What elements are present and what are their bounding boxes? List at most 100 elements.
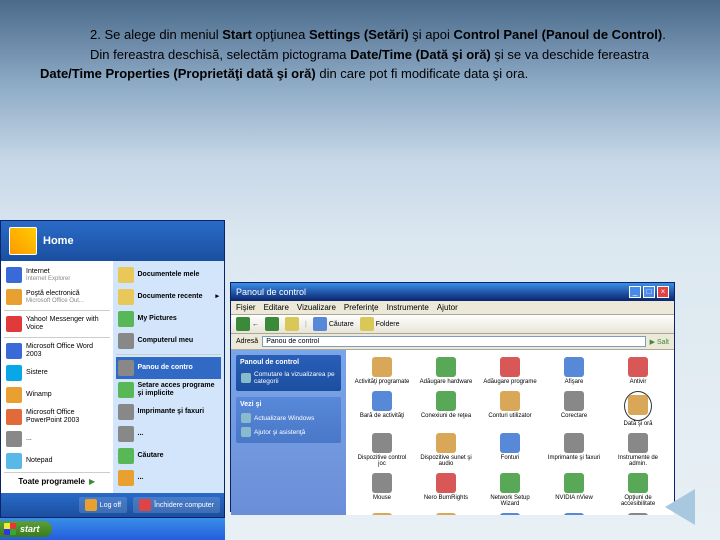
up-button[interactable]	[285, 317, 299, 331]
control-panel-window: Panoul de control _ □ × Fişier Editare Viz…	[230, 282, 675, 512]
see-also-link[interactable]: Actualizare Windows	[240, 411, 337, 425]
window-title: Panoul de control	[236, 287, 306, 297]
control-panel-item[interactable]: Bară de activităţi	[351, 389, 413, 429]
control-panel-item[interactable]: Activităţi programate	[351, 355, 413, 387]
control-panel-item[interactable]: Network Setup Wizard	[479, 471, 541, 509]
see-also-link[interactable]: Ajutor şi asistenţă	[240, 425, 337, 439]
control-panel-item[interactable]: Conexiuni de reţea	[415, 389, 477, 429]
folder-icon	[118, 311, 134, 327]
start-item[interactable]: ...	[4, 428, 110, 450]
menu-item[interactable]: Editare	[264, 303, 289, 312]
start-item[interactable]: Documente recente▸	[116, 286, 222, 308]
cp-label: Network Setup Wizard	[481, 495, 539, 507]
maximize-button[interactable]: □	[643, 286, 655, 298]
menu-item[interactable]: Vizualizare	[297, 303, 336, 312]
control-panel-item[interactable]: Imprimante şi faxuri	[543, 431, 605, 469]
cp-icon	[500, 513, 520, 515]
control-panel-item[interactable]: Instrumente de admin.	[607, 431, 669, 469]
search-button[interactable]: Căutare	[313, 317, 354, 331]
close-button[interactable]: ×	[657, 286, 669, 298]
control-panel-item[interactable]: Antivir	[607, 355, 669, 387]
logoff-button[interactable]: Log off	[79, 497, 127, 513]
forward-button[interactable]	[265, 317, 279, 331]
menu-item[interactable]: Fişier	[236, 303, 256, 312]
menu-item[interactable]: Instrumente	[387, 303, 429, 312]
cp-label: Dispozitive control joc	[353, 455, 411, 467]
cp-label: Imprimante şi faxuri	[548, 455, 600, 461]
menu-item[interactable]: Preferinţe	[344, 303, 379, 312]
start-item[interactable]: My Pictures	[116, 308, 222, 330]
control-panel-item[interactable]: Dispozitive control joc	[351, 431, 413, 469]
app-icon	[6, 343, 22, 359]
start-item[interactable]: ...	[116, 467, 222, 489]
cp-icon	[436, 391, 456, 411]
item-icon	[118, 426, 134, 442]
start-item[interactable]: Microsoft Office PowerPoint 2003	[4, 406, 110, 428]
start-item[interactable]: ...	[116, 423, 222, 445]
switch-view-link[interactable]: Comutare la vizualizarea pe categorii	[240, 369, 337, 387]
control-panel-item[interactable]: Dispozitive sunet şi audio	[415, 431, 477, 469]
side-panel-title: Panoul de control	[240, 359, 337, 366]
control-panel-item[interactable]: Panou de contro	[116, 357, 222, 379]
control-panel-item[interactable]: Adăugare hardware	[415, 355, 477, 387]
cp-icon	[436, 473, 456, 493]
window-titlebar: Panoul de control _ □ ×	[231, 283, 674, 301]
control-panel-item[interactable]: Nero BurnRights	[415, 471, 477, 509]
control-panel-item[interactable]: Corectare	[543, 389, 605, 429]
start-item[interactable]: Setare acces programe şi implicite	[116, 379, 222, 401]
cp-label: Adăugare hardware	[420, 379, 473, 385]
back-button[interactable]: ←	[236, 317, 259, 331]
address-input[interactable]	[262, 336, 645, 347]
cp-icon	[628, 357, 648, 377]
folders-button[interactable]: Foldere	[360, 317, 400, 331]
control-panel-item[interactable]: Opţiuni telefon şi modem	[607, 511, 669, 515]
prev-slide-arrow[interactable]	[665, 489, 695, 525]
control-panel-item[interactable]: Opţiuni regionale	[543, 511, 605, 515]
control-panel-item[interactable]: Adăugare programe	[479, 355, 541, 387]
side-panel: Panoul de control Comutare la vizualizar…	[231, 350, 346, 515]
control-panel-item[interactable]: Mouse	[351, 471, 413, 509]
search-icon	[313, 317, 327, 331]
shutdown-icon	[139, 499, 151, 511]
cp-label: Conturi utilizator	[488, 413, 531, 419]
folder-icon	[118, 267, 134, 283]
start-item[interactable]: Căutare	[116, 445, 222, 467]
control-panel-item[interactable]: Opţiuni de accesibilitate	[607, 471, 669, 509]
cp-icon	[372, 513, 392, 515]
shutdown-button[interactable]: Închidere computer	[133, 497, 220, 513]
cp-icon	[436, 357, 456, 377]
app-icon	[6, 289, 22, 305]
all-programs[interactable]: Toate programele ▶	[4, 472, 110, 490]
start-item[interactable]: Imprimante şi faxuri	[116, 401, 222, 423]
start-item[interactable]: Yahoo! Messenger with Voice	[4, 313, 110, 335]
start-menu: Home InternetInternet ExplorerPoştă elec…	[0, 220, 225, 518]
go-button[interactable]: ▶ Salt	[650, 338, 669, 346]
cp-icon	[372, 473, 392, 493]
start-item[interactable]: Documentele mele	[116, 264, 222, 286]
start-item[interactable]: InternetInternet Explorer	[4, 264, 110, 286]
control-panel-item[interactable]: Fonturi	[479, 431, 541, 469]
minimize-button[interactable]: _	[629, 286, 641, 298]
control-panel-item[interactable]: NVIDIA nView	[543, 471, 605, 509]
start-item[interactable]: Poştă electronicăMicrosoft Office Out...	[4, 286, 110, 308]
control-panel-item[interactable]: Conturi utilizator	[479, 389, 541, 429]
cp-label: Fonturi	[501, 455, 520, 461]
start-item[interactable]: Computerul meu	[116, 330, 222, 352]
cp-label: NVIDIA nView	[555, 495, 593, 501]
link-icon	[241, 413, 251, 423]
start-item[interactable]: Notepad	[4, 450, 110, 472]
control-panel-item[interactable]: Opţiuni Internet	[479, 511, 541, 515]
start-button[interactable]: start	[0, 521, 52, 537]
menu-item[interactable]: Ajutor	[437, 303, 458, 312]
start-item[interactable]: Sistere	[4, 362, 110, 384]
control-panel-item[interactable]: Afişare	[543, 355, 605, 387]
start-item[interactable]: Microsoft Office Word 2003	[4, 340, 110, 362]
toolbar: ← | Căutare Foldere	[231, 315, 674, 334]
switch-icon	[241, 373, 251, 383]
control-panel-item[interactable]: Opţiuni de alimentare	[351, 511, 413, 515]
start-menu-right: Documentele meleDocumente recente▸My Pic…	[113, 261, 225, 493]
start-item[interactable]: Winamp	[4, 384, 110, 406]
control-panel-item[interactable]: Dată şi oră	[607, 389, 669, 429]
folder-icon	[118, 333, 134, 349]
control-panel-item[interactable]: Opţiuni folder	[415, 511, 477, 515]
